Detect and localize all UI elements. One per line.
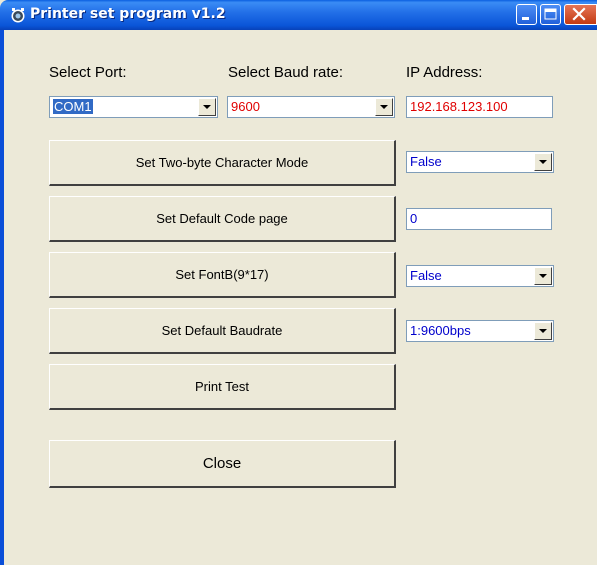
fontb-dropdown-button[interactable] bbox=[534, 267, 552, 285]
set-two-byte-mode-button[interactable]: Set Two-byte Character Mode bbox=[49, 140, 396, 186]
port-select-value: COM1 bbox=[53, 99, 93, 114]
window-title: Printer set program v1.2 bbox=[30, 6, 226, 22]
baud-select[interactable]: 9600 bbox=[227, 96, 395, 118]
print-test-button[interactable]: Print Test bbox=[49, 364, 396, 410]
set-default-code-page-button[interactable]: Set Default Code page bbox=[49, 196, 396, 242]
chevron-down-icon bbox=[203, 105, 211, 109]
printer-app-icon[interactable] bbox=[10, 7, 26, 23]
fontb-select[interactable]: False bbox=[406, 265, 554, 287]
ip-address-label: IP Address: bbox=[406, 64, 483, 81]
ip-address-value: 192.168.123.100 bbox=[410, 99, 508, 114]
two-byte-dropdown-button[interactable] bbox=[534, 153, 552, 171]
baudrate-value: 1:9600bps bbox=[410, 323, 471, 338]
chevron-down-icon bbox=[539, 329, 547, 333]
baud-dropdown-button[interactable] bbox=[375, 98, 393, 116]
code-page-value: 0 bbox=[410, 211, 418, 226]
ip-address-input[interactable]: 192.168.123.100 bbox=[406, 96, 553, 118]
baudrate-select[interactable]: 1:9600bps bbox=[406, 320, 554, 342]
minimize-button[interactable] bbox=[516, 4, 537, 25]
main-window: Printer set program v1.2 Select Port: Se… bbox=[0, 0, 597, 565]
title-bar[interactable]: Printer set program v1.2 bbox=[0, 0, 597, 30]
chevron-down-icon bbox=[539, 274, 547, 278]
port-select[interactable]: COM1 bbox=[49, 96, 218, 118]
baud-select-value: 9600 bbox=[231, 99, 260, 114]
two-byte-mode-select[interactable]: False bbox=[406, 151, 554, 173]
port-dropdown-button[interactable] bbox=[198, 98, 216, 116]
set-fontb-button[interactable]: Set FontB(9*17) bbox=[49, 252, 396, 298]
minimize-icon bbox=[522, 17, 529, 20]
close-window-button[interactable] bbox=[564, 4, 597, 25]
chevron-down-icon bbox=[380, 105, 388, 109]
fontb-value: False bbox=[410, 268, 442, 283]
window-frame-left bbox=[0, 30, 4, 565]
close-icon bbox=[572, 7, 586, 21]
baudrate-dropdown-button[interactable] bbox=[534, 322, 552, 340]
select-baud-label: Select Baud rate: bbox=[228, 64, 344, 81]
maximize-button[interactable] bbox=[540, 4, 561, 25]
select-port-label: Select Port: bbox=[49, 64, 127, 81]
set-default-baudrate-button[interactable]: Set Default Baudrate bbox=[49, 308, 396, 354]
close-button[interactable]: Close bbox=[49, 440, 396, 488]
maximize-icon bbox=[544, 8, 557, 20]
two-byte-mode-value: False bbox=[410, 154, 442, 169]
chevron-down-icon bbox=[539, 160, 547, 164]
code-page-input[interactable]: 0 bbox=[406, 208, 552, 230]
